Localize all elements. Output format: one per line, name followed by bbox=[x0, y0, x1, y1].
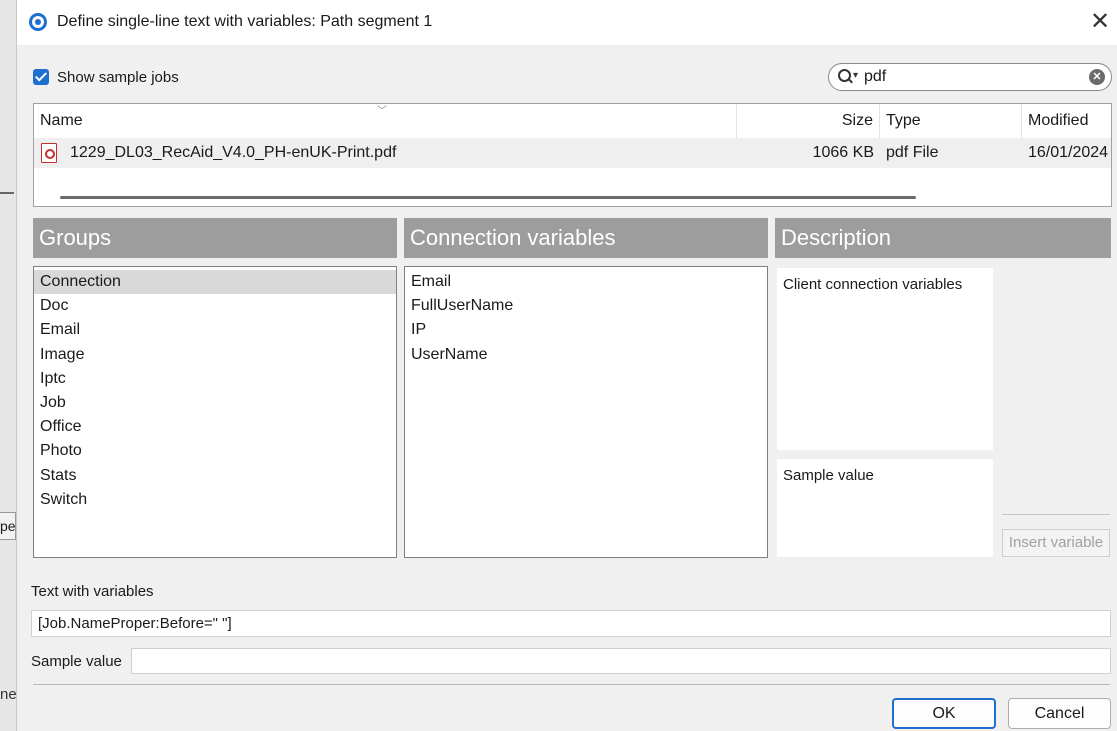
list-item-image[interactable]: Image bbox=[34, 343, 396, 367]
app-logo-icon bbox=[29, 13, 47, 31]
cancel-button[interactable]: Cancel bbox=[1008, 698, 1111, 729]
show-sample-jobs-checkbox[interactable] bbox=[33, 69, 49, 85]
description-text-box: Client connection variables bbox=[777, 268, 993, 450]
background-text-fragment: ne bbox=[0, 686, 17, 703]
variables-list: Email FullUserName IP UserName bbox=[404, 266, 768, 558]
list-item-email[interactable]: Email bbox=[34, 318, 396, 342]
list-item-doc[interactable]: Doc bbox=[34, 294, 396, 318]
text-with-variables-field[interactable]: [Job.NameProper:Before=" "] bbox=[31, 610, 1111, 637]
pdf-file-icon bbox=[41, 143, 57, 163]
search-options-chevron-icon[interactable]: ▾ bbox=[853, 70, 858, 81]
footer-separator bbox=[33, 684, 1110, 685]
column-header-modified[interactable]: Modified bbox=[1022, 104, 1111, 138]
sample-value-field bbox=[131, 648, 1111, 674]
sample-value-label: Sample value bbox=[31, 653, 122, 670]
sample-value-box: Sample value bbox=[777, 459, 993, 557]
dialog-title: Define single-line text with variables: … bbox=[57, 13, 433, 30]
list-item-iptc[interactable]: Iptc bbox=[34, 367, 396, 391]
background-window-edge bbox=[0, 0, 16, 731]
ok-button[interactable]: OK bbox=[892, 698, 996, 729]
sample-jobs-table: Name ﹀ Size Type Modified 1229_DL03_RecA… bbox=[33, 103, 1112, 207]
horizontal-scrollbar[interactable] bbox=[60, 196, 916, 199]
sample-value-box-label: Sample value bbox=[783, 467, 874, 484]
show-sample-jobs-label: Show sample jobs bbox=[57, 68, 179, 86]
column-header-size[interactable]: Size bbox=[737, 104, 880, 138]
search-icon bbox=[838, 69, 851, 82]
list-item-photo[interactable]: Photo bbox=[34, 439, 396, 463]
file-modified-cell: 16/01/2024 bbox=[1028, 144, 1109, 161]
groups-list: Connection Doc Email Image Iptc Job Offi… bbox=[33, 266, 397, 558]
file-size-cell: 1066 KB bbox=[812, 144, 874, 161]
insert-variable-button[interactable]: Insert variable bbox=[1002, 529, 1110, 557]
file-name-cell: 1229_DL03_RecAid_V4.0_PH-enUK-Print.pdf bbox=[70, 144, 397, 161]
background-connector-line bbox=[0, 192, 14, 194]
search-box[interactable]: ▾ ✕ bbox=[828, 63, 1112, 91]
show-sample-jobs-toggle[interactable]: Show sample jobs bbox=[33, 67, 179, 87]
insert-variable-separator bbox=[1002, 514, 1110, 515]
variable-item-ip[interactable]: IP bbox=[405, 318, 767, 342]
define-text-dialog: Define single-line text with variables: … bbox=[16, 0, 1117, 731]
groups-header: Groups bbox=[33, 218, 397, 258]
description-text: Client connection variables bbox=[783, 276, 963, 293]
variables-header: Connection variables bbox=[404, 218, 768, 258]
text-with-variables-label: Text with variables bbox=[31, 583, 154, 600]
variable-item-email[interactable]: Email bbox=[405, 270, 767, 294]
search-input[interactable] bbox=[864, 67, 1074, 87]
file-type-cell: pdf File bbox=[886, 144, 939, 161]
variable-item-username[interactable]: UserName bbox=[405, 343, 767, 367]
table-row[interactable]: 1229_DL03_RecAid_V4.0_PH-enUK-Print.pdf … bbox=[34, 138, 1111, 168]
close-icon[interactable]: ✕ bbox=[1086, 8, 1114, 36]
list-item-job[interactable]: Job bbox=[34, 391, 396, 415]
column-header-type[interactable]: Type bbox=[880, 104, 1022, 138]
list-item-switch[interactable]: Switch bbox=[34, 488, 396, 512]
variable-item-fullusername[interactable]: FullUserName bbox=[405, 294, 767, 318]
list-item-office[interactable]: Office bbox=[34, 415, 396, 439]
description-header: Description bbox=[775, 218, 1111, 258]
background-tab-fragment: pe bbox=[0, 512, 16, 540]
sort-chevron-icon: ﹀ bbox=[377, 106, 387, 117]
title-bar: Define single-line text with variables: … bbox=[17, 0, 1117, 45]
list-item-connection[interactable]: Connection bbox=[34, 270, 396, 295]
clear-search-icon[interactable]: ✕ bbox=[1089, 69, 1105, 85]
list-item-stats[interactable]: Stats bbox=[34, 464, 396, 488]
